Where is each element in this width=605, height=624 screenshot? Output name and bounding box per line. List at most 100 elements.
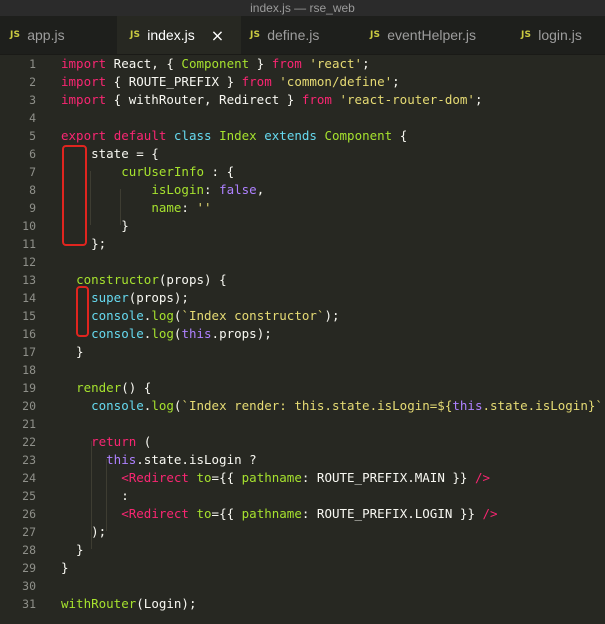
- code-line[interactable]: 27 );: [0, 523, 605, 541]
- line-number: 22: [22, 435, 36, 449]
- code-line[interactable]: 23 this.state.isLogin ?: [0, 451, 605, 469]
- code-line[interactable]: 12: [0, 253, 605, 271]
- code-line[interactable]: 9 name: '': [0, 199, 605, 217]
- line-number: 27: [22, 525, 36, 539]
- code-token: name: [151, 200, 182, 215]
- code-line[interactable]: 24 <Redirect to={{ pathname: ROUTE_PREFI…: [0, 469, 605, 487]
- code-line[interactable]: 13 constructor(props) {: [0, 271, 605, 289]
- code-token: (props);: [128, 290, 189, 305]
- code-line[interactable]: 22 return (: [0, 433, 605, 451]
- js-file-icon: JS: [250, 30, 261, 40]
- line-number: 18: [22, 363, 36, 377]
- code-text: <Redirect to={{ pathname: ROUTE_PREFIX.L…: [61, 505, 498, 523]
- tab-eventhelper-js[interactable]: JS eventHelper.js: [370, 16, 476, 54]
- line-number: 23: [22, 453, 36, 467]
- code-line[interactable]: 26 <Redirect to={{ pathname: ROUTE_PREFI…: [0, 505, 605, 523]
- code-token: default: [113, 128, 167, 143]
- code-token: ={{: [211, 506, 242, 521]
- code-line[interactable]: 21: [0, 415, 605, 433]
- code-token: isLogin: [151, 182, 204, 197]
- code-token: from: [241, 74, 272, 89]
- tab-index-js[interactable]: JS index.js ×: [117, 16, 241, 54]
- tab-login-js[interactable]: JS login.js: [521, 16, 582, 54]
- code-line[interactable]: 20 console.log(`Index render: this.state…: [0, 397, 605, 415]
- code-token: />: [474, 470, 491, 485]
- code-line[interactable]: 17 }: [0, 343, 605, 361]
- code-token: this: [106, 452, 137, 467]
- code-token: {: [392, 128, 408, 143]
- tab-label: eventHelper.js: [387, 27, 476, 43]
- code-line[interactable]: 29}: [0, 559, 605, 577]
- line-number: 19: [22, 381, 36, 395]
- code-token: :: [204, 182, 220, 197]
- code-line[interactable]: 15 console.log(`Index constructor`);: [0, 307, 605, 325]
- line-number: 16: [22, 327, 36, 341]
- code-line[interactable]: 7 curUserInfo : {: [0, 163, 605, 181]
- code-token: this: [452, 398, 483, 413]
- js-file-icon: JS: [10, 30, 21, 40]
- code-line[interactable]: 30: [0, 577, 605, 595]
- tab-label: login.js: [538, 27, 582, 43]
- code-line[interactable]: 16 console.log(this.props);: [0, 325, 605, 343]
- code-line[interactable]: 6 state = {: [0, 145, 605, 163]
- line-number: 21: [22, 417, 36, 431]
- code-text: isLogin: false,: [61, 181, 264, 199]
- code-token: }: [61, 560, 69, 575]
- code-text: }: [61, 559, 69, 577]
- code-line[interactable]: 28 }: [0, 541, 605, 559]
- code-token: import: [61, 92, 107, 107]
- code-token: }: [61, 542, 84, 557]
- code-editor[interactable]: 1 import React, { Component } from 'react…: [0, 55, 605, 624]
- code-text: console.log(`Index constructor`);: [61, 307, 340, 325]
- code-token: }: [61, 344, 84, 359]
- code-line[interactable]: 25 :: [0, 487, 605, 505]
- line-number: 31: [22, 597, 36, 611]
- code-token: log: [151, 326, 174, 341]
- code-token: ,: [256, 182, 265, 197]
- code-token: return: [91, 434, 137, 449]
- close-icon[interactable]: ×: [211, 26, 224, 45]
- code-line[interactable]: 11 };: [0, 235, 605, 253]
- code-token: log: [151, 398, 174, 413]
- code-line[interactable]: 19 render() {: [0, 379, 605, 397]
- code-token: React, {: [106, 56, 182, 71]
- js-file-icon: JS: [370, 30, 381, 40]
- code-line[interactable]: 3 import { withRouter, Redirect } from 'r…: [0, 91, 605, 109]
- code-line[interactable]: 5 export default class Index extends Comp…: [0, 127, 605, 145]
- code-token: />: [482, 506, 498, 521]
- tab-app-js[interactable]: JS app.js: [10, 16, 65, 54]
- code-text: this.state.isLogin ?: [61, 451, 257, 469]
- code-token: '': [196, 200, 212, 215]
- tab-define-js[interactable]: JS define.js: [250, 16, 319, 54]
- code-token: :: [181, 200, 197, 215]
- code-line[interactable]: 18: [0, 361, 605, 379]
- code-token: );: [324, 308, 340, 323]
- line-number: 6: [29, 147, 36, 161]
- code-token: (: [136, 434, 152, 449]
- code-line[interactable]: 2 import { ROUTE_PREFIX } from 'common/de…: [0, 73, 605, 91]
- code-token: console: [91, 308, 144, 323]
- code-line[interactable]: 1 import React, { Component } from 'react…: [0, 55, 605, 73]
- code-token: import: [61, 56, 107, 71]
- code-text: import { withRouter, Redirect } from 're…: [61, 91, 482, 109]
- line-number: 3: [29, 93, 36, 107]
- code-line[interactable]: 31 withRouter(Login);: [0, 595, 605, 613]
- line-number: 25: [22, 489, 36, 503]
- code-token: to: [196, 470, 212, 485]
- code-line[interactable]: 10 }: [0, 217, 605, 235]
- line-number: 13: [22, 273, 36, 287]
- code-text: :: [61, 487, 129, 505]
- code-line[interactable]: 4: [0, 109, 605, 127]
- tab-label: index.js: [147, 27, 195, 43]
- line-number: 10: [22, 219, 36, 233]
- code-text: console.log(`Index render: this.state.is…: [61, 397, 605, 415]
- window-title: index.js — rse_web: [0, 0, 605, 16]
- code-line[interactable]: 14 super(props);: [0, 289, 605, 307]
- line-number: 7: [29, 165, 36, 179]
- code-token: () {: [121, 380, 152, 395]
- code-line[interactable]: 8 isLogin: false,: [0, 181, 605, 199]
- code-token: pathname: [241, 506, 302, 521]
- code-token: :: [61, 488, 129, 503]
